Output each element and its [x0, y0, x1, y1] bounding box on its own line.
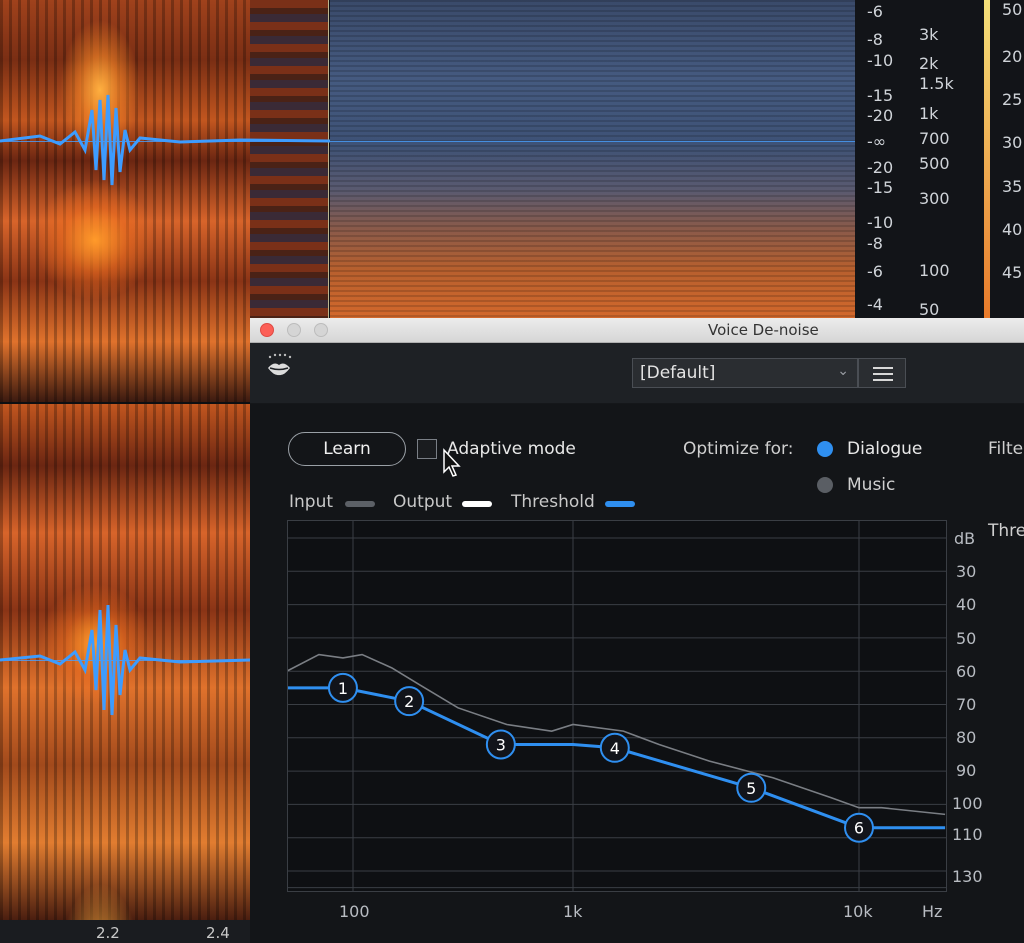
- meter-label: 50: [1002, 0, 1023, 19]
- threshold-node-label: 2: [404, 692, 414, 711]
- threshold-node-label: 4: [610, 739, 620, 758]
- ruler-hz-label: 100: [919, 261, 950, 280]
- ruler-hz-label: 500: [919, 154, 950, 173]
- ruler-db-label: -4: [867, 295, 883, 314]
- legend-output-label: Output: [393, 492, 453, 512]
- spectrogram-selection[interactable]: [330, 0, 855, 318]
- ruler-db-label: -6: [867, 262, 883, 281]
- db-tick-label: 80: [956, 728, 977, 747]
- zoom-button[interactable]: [314, 323, 328, 337]
- ruler-db-label: -20: [867, 106, 894, 125]
- threshold-node-1[interactable]: 1: [327, 672, 358, 703]
- lips-icon: [264, 352, 294, 382]
- meter-label: 35: [1002, 177, 1023, 196]
- threshold-node-2[interactable]: 2: [394, 686, 425, 717]
- ruler-hz-label: 1.5k: [919, 74, 954, 93]
- ruler-db-label: -8: [867, 30, 883, 49]
- threshold-node-3[interactable]: 3: [485, 729, 516, 760]
- adaptive-mode-checkbox[interactable]: [417, 439, 437, 459]
- preset-menu-button[interactable]: [858, 358, 906, 388]
- db-tick-label: 30: [956, 562, 977, 581]
- ruler-db-label: -15: [867, 178, 894, 197]
- threshold-graph[interactable]: 1 2 3 4 5 6: [286, 520, 947, 905]
- ruler-db-label: -10: [867, 213, 894, 232]
- dialogue-label: Dialogue: [847, 439, 923, 459]
- threshold-node-6[interactable]: 6: [844, 812, 874, 843]
- db-tick-label: 130: [952, 867, 983, 886]
- ruler-db-label: -8: [867, 234, 883, 253]
- ruler-hz-label: 1k: [919, 104, 939, 123]
- menu-icon: [873, 367, 893, 369]
- optimize-for-label: Optimize for:: [683, 439, 794, 459]
- meter-label: 45: [1002, 263, 1023, 282]
- music-radio[interactable]: [817, 477, 833, 493]
- db-tick-label: 90: [956, 761, 977, 780]
- window-titlebar[interactable]: Voice De-noise: [250, 318, 1024, 343]
- threshold-node-label: 6: [854, 819, 864, 838]
- ruler-db-label: -15: [867, 86, 894, 105]
- meter-label: 20: [1002, 47, 1023, 66]
- ruler-hz-label: 700: [919, 129, 950, 148]
- learn-button[interactable]: Learn: [288, 432, 406, 466]
- legend-output-swatch: [462, 501, 492, 507]
- threshold-node-label: 3: [496, 735, 506, 754]
- ruler-hz-label: 3k: [919, 25, 939, 44]
- minimize-button[interactable]: [287, 323, 301, 337]
- legend-threshold-swatch: [605, 501, 635, 507]
- ruler-hz-label: 300: [919, 189, 950, 208]
- threshold-node-label: 1: [338, 679, 348, 698]
- freq-unit-label: Hz: [922, 902, 943, 921]
- preset-dropdown[interactable]: [Default] ⌄: [632, 358, 858, 388]
- ruler-db-label: -10: [867, 51, 894, 70]
- timeline-label: 2.2: [96, 924, 120, 942]
- waveform-bottom: [0, 604, 250, 716]
- threshold-node-5[interactable]: 5: [736, 772, 767, 803]
- ruler-db-label: -20: [867, 158, 894, 177]
- freq-tick-label: 10k: [843, 902, 873, 921]
- db-tick-label: 40: [956, 595, 977, 614]
- adaptive-mode-label: Adaptive mode: [447, 439, 576, 459]
- ruler-hz-label: 50: [919, 300, 940, 319]
- ruler-db-label: -6: [867, 2, 883, 21]
- legend-threshold-label: Threshold: [511, 492, 595, 512]
- legend-input-label: Input: [289, 492, 334, 512]
- legend-input-swatch: [345, 501, 375, 507]
- threshold-chart-svg[interactable]: 1 2 3 4 5 6: [286, 521, 946, 905]
- db-tick-label: 50: [956, 629, 977, 648]
- ruler-hz-label: 2k: [919, 54, 939, 73]
- timeline-ruler[interactable]: 2.2 2.4: [0, 920, 250, 943]
- meter-label: 25: [1002, 90, 1023, 109]
- close-button[interactable]: [260, 323, 274, 337]
- db-tick-label: 60: [956, 662, 977, 681]
- db-tick-label: 110: [952, 825, 983, 844]
- db-tick-label: 100: [952, 794, 983, 813]
- mouse-pointer-icon: [443, 448, 461, 477]
- meter-scale: 20 25 30 35 40 45 50: [990, 0, 1024, 318]
- waveform-top: [0, 94, 330, 186]
- timeline-label: 2.4: [206, 924, 230, 942]
- voice-denoise-window: Voice De-noise [Default] ⌄ Learn Adaptiv…: [250, 318, 1024, 943]
- threshold-section-label: Thre: [988, 521, 1024, 541]
- music-label: Music: [847, 475, 896, 495]
- chevron-down-icon: ⌄: [837, 363, 849, 379]
- preset-value: [Default]: [640, 363, 716, 383]
- ruler-db-label: -∞: [867, 132, 887, 151]
- window-title: Voice De-noise: [708, 321, 819, 339]
- db-unit-label: dB: [954, 529, 976, 548]
- freq-tick-label: 1k: [563, 902, 583, 921]
- db-tick-label: 70: [956, 695, 977, 714]
- freq-tick-label: 100: [339, 902, 370, 921]
- filter-label: Filte: [988, 439, 1024, 459]
- meter-label: 40: [1002, 220, 1023, 239]
- threshold-node-label: 5: [746, 779, 756, 798]
- threshold-node-4[interactable]: 4: [599, 732, 630, 763]
- dialogue-radio[interactable]: [817, 441, 833, 457]
- meter-label: 30: [1002, 133, 1023, 152]
